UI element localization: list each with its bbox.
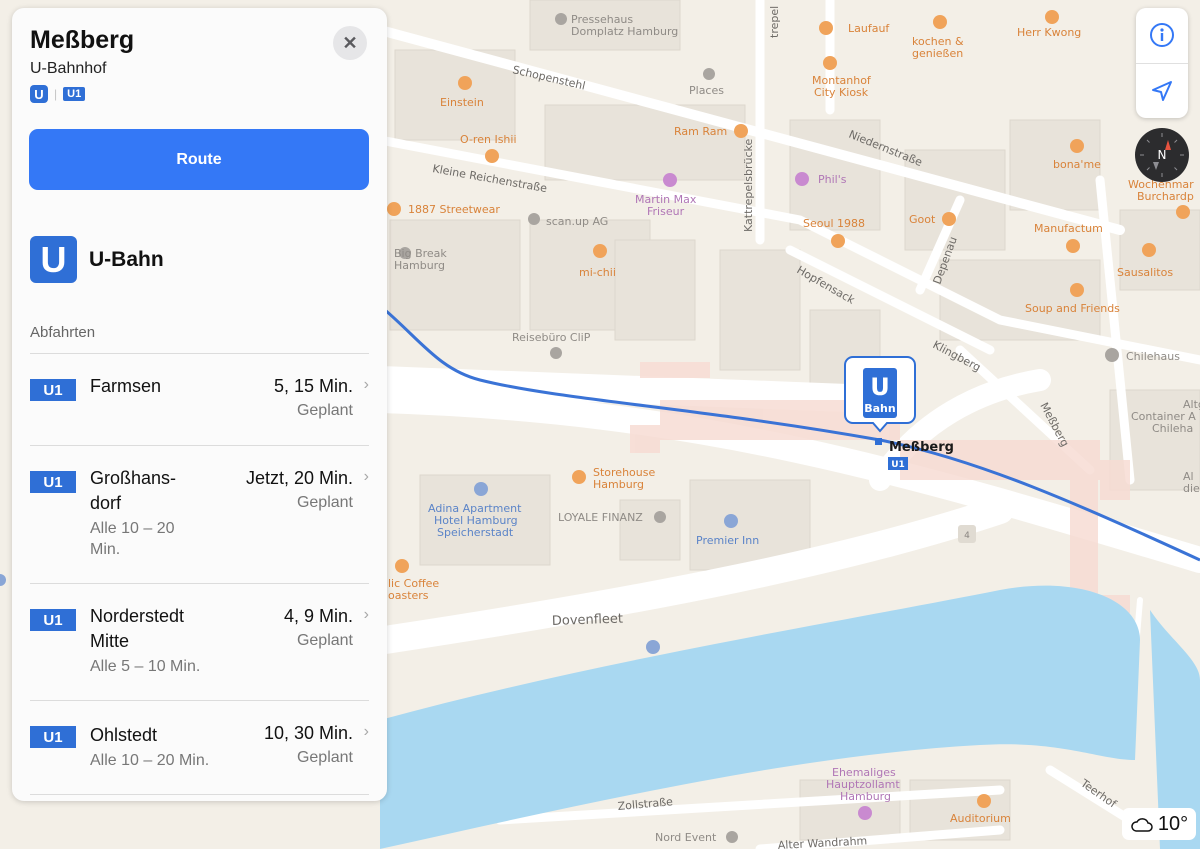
station-title: Meßberg xyxy=(30,26,135,54)
poi-coffee-2: oasters xyxy=(388,589,429,602)
station-marker-sub: Bahn xyxy=(864,402,895,415)
location-arrow-icon xyxy=(1152,81,1172,101)
route-button[interactable]: Route xyxy=(29,129,369,190)
departure-status: Geplant xyxy=(296,749,353,766)
destination-line-1: Norderstedt xyxy=(90,606,185,626)
frequency-line-1: Alle 10 – 20 xyxy=(90,520,175,537)
departure-row[interactable]: U1 Farmsen 5, 15 Min. Geplant › xyxy=(12,354,387,445)
chevron-right-icon: › xyxy=(363,376,369,393)
frequency-line-2: Min. xyxy=(90,541,121,558)
poi-1887-streetwear: 1887 Streetwear xyxy=(408,203,500,216)
poi-nord-event: Nord Event xyxy=(655,831,717,844)
departure-row[interactable]: U1 Ohlstedt Alle 10 – 20 Min. 10, 30 Min… xyxy=(12,701,387,794)
poi-herr-kwong: Herr Kwong xyxy=(1017,26,1081,39)
departure-times: 10, 30 Min. xyxy=(263,723,353,743)
station-marker[interactable]: U Bahn xyxy=(844,356,916,433)
close-button[interactable]: ✕ xyxy=(333,26,367,60)
info-button[interactable] xyxy=(1136,8,1188,62)
u-bahn-icon: U xyxy=(30,85,48,103)
departure-times: Jetzt, 20 Min. xyxy=(245,468,353,488)
poi-alle-2: die xyxy=(1183,482,1200,495)
info-icon xyxy=(1150,23,1174,47)
poi-soup-and-friends: Soup and Friends xyxy=(1025,302,1120,315)
line-badge: U1 xyxy=(30,471,76,493)
street-trepel: trepel xyxy=(768,6,781,38)
poi-laufauf: Laufauf xyxy=(848,22,890,35)
departure-row[interactable]: U1 Norderstedt Mitte Alle 5 – 10 Min. 4,… xyxy=(12,584,387,700)
section-title: U-Bahn xyxy=(89,247,164,271)
poi-martin-2: Friseur xyxy=(647,205,685,218)
poi-premier-inn: Premier Inn xyxy=(696,534,759,547)
poi-adina-3: Speicherstadt xyxy=(437,526,514,539)
line-badge: U1 xyxy=(30,609,76,631)
poi-loyale-finanz: LOYALE FINANZ xyxy=(558,511,643,524)
poi-kochen-2: genießen xyxy=(912,47,963,60)
poi-places: Places xyxy=(689,84,724,97)
destination-line-2: Mitte xyxy=(90,631,130,651)
map-controls xyxy=(1136,8,1188,118)
poi-einstein: Einstein xyxy=(440,96,484,109)
map-station-line-badge: U1 xyxy=(891,460,905,470)
departure-times: 5, 15 Min. xyxy=(273,376,353,396)
departure-row[interactable]: U1 Großhans- dorf Alle 10 – 20 Min. Jetz… xyxy=(12,446,387,583)
svg-text:N: N xyxy=(1158,148,1167,162)
poi-sausalitos: Sausalitos xyxy=(1117,266,1173,279)
poi-bona-me: bona'me xyxy=(1053,158,1101,171)
poi-wochenmarkt-2: Burchardp xyxy=(1137,190,1194,203)
u-bahn-large-icon: U xyxy=(30,236,77,283)
chevron-right-icon: › xyxy=(363,723,369,740)
poi-pressehaus-2: Domplatz Hamburg xyxy=(571,25,678,38)
destination-line-2: dorf xyxy=(90,493,122,513)
destination-line-1: Großhans- xyxy=(90,468,177,488)
departure-status: Geplant xyxy=(296,402,353,419)
poi-oren-ishii: O-ren Ishii xyxy=(460,133,517,146)
departure-status: Geplant xyxy=(296,494,353,511)
poi-goot: Goot xyxy=(909,213,936,226)
departures-heading: Abfahrten xyxy=(30,324,96,341)
poi-manufactum: Manufactum xyxy=(1034,222,1103,235)
locate-button[interactable] xyxy=(1136,64,1188,118)
frequency: Alle 10 – 20 Min. xyxy=(90,752,210,769)
station-badges: U | U1 xyxy=(30,85,86,103)
chevron-right-icon: › xyxy=(363,606,369,623)
weather-widget: 10° xyxy=(1122,808,1196,840)
line-badge: U1 xyxy=(63,87,86,101)
destination: Ohlstedt xyxy=(90,725,158,745)
frequency: Alle 5 – 10 Min. xyxy=(90,658,201,675)
cloud-icon xyxy=(1131,818,1153,832)
departure-times: 4, 9 Min. xyxy=(283,606,353,626)
poi-reisebuero-clip: Reisebüro CliP xyxy=(512,331,591,344)
badge-separator: | xyxy=(54,87,58,101)
poi-ram-ram: Ram Ram xyxy=(674,125,727,138)
poi-scan-up: scan.up AG xyxy=(546,215,608,228)
poi-seoul-1988: Seoul 1988 xyxy=(803,217,865,230)
compass-icon: N xyxy=(1140,133,1184,177)
poi-ehemaliges-3: Hamburg xyxy=(840,790,891,803)
station-marker-letter: U xyxy=(870,373,890,401)
street-dovenfleet: Dovenfleet xyxy=(552,612,624,629)
poi-storehouse-2: Hamburg xyxy=(593,478,644,491)
poi-altg-3: Chileha xyxy=(1152,422,1193,435)
departure-status: Geplant xyxy=(296,632,353,649)
line-badge: U1 xyxy=(30,379,76,401)
poi-montanhof-2: City Kiosk xyxy=(814,86,869,99)
poi-mi-chii: mi-chii xyxy=(579,266,616,279)
line-badge: U1 xyxy=(30,726,76,748)
poi-phils: Phil's xyxy=(818,173,847,186)
poi-chilehaus: Chilehaus xyxy=(1126,350,1180,363)
chevron-right-icon: › xyxy=(363,468,369,485)
compass-button[interactable]: N xyxy=(1135,128,1189,182)
destination: Farmsen xyxy=(90,376,162,396)
u-bahn-section-header: U U-Bahn xyxy=(30,236,164,283)
station-panel: Meßberg U-Bahnhof U | U1 ✕ Route U U-Bah… xyxy=(12,8,387,801)
building-number: 4 xyxy=(964,531,970,541)
poi-big-break-2: Hamburg xyxy=(394,259,445,272)
station-subtitle: U-Bahnhof xyxy=(30,60,107,77)
street-kattrepelsbruecke: Kattrepelsbrücke xyxy=(742,139,755,232)
close-icon: ✕ xyxy=(342,32,358,53)
divider xyxy=(30,794,369,795)
poi-auditorium: Auditorium xyxy=(950,812,1011,825)
temperature: 10° xyxy=(1157,812,1189,835)
map-station-label: Meßberg xyxy=(889,440,954,455)
